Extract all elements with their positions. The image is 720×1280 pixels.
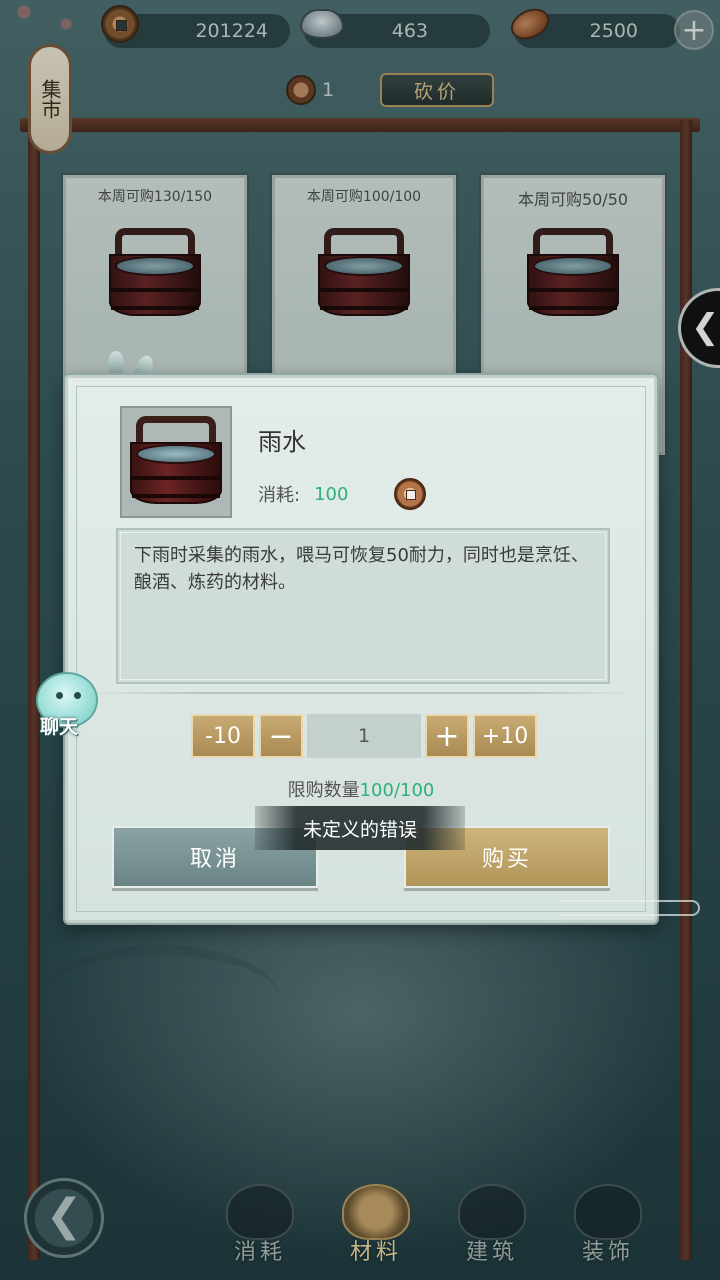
purchase-limit-value: 100/100 xyxy=(359,780,435,801)
quantity-stepper: -10 − + +10 xyxy=(191,714,537,758)
cost-value: 100 xyxy=(314,483,349,505)
copper-coin-icon xyxy=(394,478,427,510)
purchase-limit-label: 限购数量 xyxy=(287,780,360,801)
error-toast: 未定义的错误 xyxy=(255,806,465,850)
chat-button[interactable]: 聊天 xyxy=(30,672,102,740)
divider xyxy=(88,692,638,694)
item-thumbnail xyxy=(120,406,232,518)
rain-bucket-icon xyxy=(130,416,222,506)
minus-button[interactable]: − xyxy=(259,714,303,758)
item-name: 雨水 xyxy=(258,428,306,456)
chat-label: 聊天 xyxy=(40,716,79,738)
plus-button[interactable]: + xyxy=(425,714,469,758)
ribbon-decoration xyxy=(560,900,700,916)
purchase-limit: 限购数量100/100 xyxy=(68,776,654,802)
cost-label: 消耗: xyxy=(258,485,301,506)
minus-ten-button[interactable]: -10 xyxy=(191,714,255,758)
quantity-input[interactable] xyxy=(307,714,421,758)
cost-row: 消耗: 100 xyxy=(258,478,427,510)
item-description: 下雨时采集的雨水，喂马可恢复50耐力，同时也是烹饪、酿酒、炼药的材料。 xyxy=(116,528,610,684)
plus-ten-button[interactable]: +10 xyxy=(473,714,537,758)
